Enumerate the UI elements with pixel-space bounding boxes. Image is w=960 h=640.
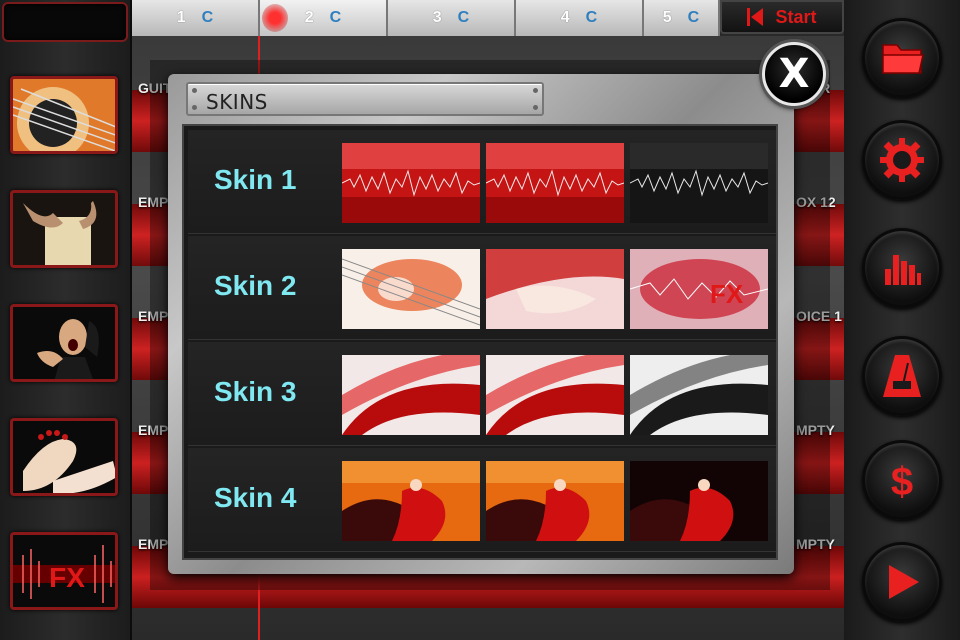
skin-name: Skin 3	[214, 376, 297, 407]
skin-option-2[interactable]: Skin 2 FX	[188, 236, 776, 340]
rivet	[533, 105, 538, 110]
instrument-fx-thumb[interactable]: FX	[10, 532, 118, 610]
gear-icon	[880, 138, 924, 182]
skin-preview-tile	[342, 143, 480, 223]
lcd-display	[2, 2, 128, 42]
metronome-button[interactable]	[862, 336, 942, 416]
svg-text:$: $	[891, 460, 913, 504]
dollar-icon: $	[891, 460, 913, 504]
folder-icon	[882, 44, 924, 74]
skin-preview-tile	[630, 461, 768, 541]
tab-number: 4	[560, 9, 570, 26]
clapping-hands-icon	[13, 421, 115, 493]
tab-pattern-5[interactable]: 5 C	[644, 0, 720, 36]
open-file-button[interactable]	[862, 18, 942, 98]
skin-name: Skin 2	[214, 270, 297, 301]
tab-pattern-3[interactable]: 3 C	[388, 0, 516, 36]
tab-key: C	[585, 9, 598, 26]
voice-icon	[13, 307, 115, 379]
skin-preview-tile	[630, 355, 768, 435]
instrument-voice-thumb[interactable]	[10, 304, 118, 382]
cajon-icon	[13, 193, 115, 265]
tab-number: 5	[662, 9, 672, 26]
playhead-handle[interactable]	[262, 4, 288, 32]
tab-number: 1	[176, 9, 186, 26]
skin-preview-tile	[486, 355, 624, 435]
fx-icon: FX	[13, 535, 115, 607]
rivet	[192, 88, 197, 93]
skin-preview-tile	[630, 143, 768, 223]
tab-key: C	[457, 9, 470, 26]
tab-key: C	[329, 9, 342, 26]
start-button-label: Start	[775, 6, 817, 27]
dialog-title: SKINS	[206, 90, 268, 114]
instrument-cajon-thumb[interactable]	[10, 190, 118, 268]
svg-text:FX: FX	[49, 562, 85, 593]
skin-preview-tile	[342, 355, 480, 435]
play-button[interactable]	[862, 542, 942, 622]
skin-option-4[interactable]: Skin 4	[188, 448, 776, 552]
skin-preview-tile	[486, 143, 624, 223]
settings-button[interactable]	[862, 120, 942, 200]
skin-preview-tile	[342, 249, 480, 329]
close-icon: X	[778, 51, 810, 97]
skin-preview-tile	[486, 249, 624, 329]
skin-name: Skin 4	[214, 482, 297, 513]
skin-preview-tile	[486, 461, 624, 541]
skins-list: Skin 1 Skin 2 FX Skin 3 Skin 4	[182, 124, 778, 560]
start-button[interactable]: Start	[720, 0, 844, 34]
svg-text:FX: FX	[710, 279, 744, 309]
tab-key: C	[201, 9, 214, 26]
instrument-palmas-thumb[interactable]	[10, 418, 118, 496]
guitar-icon	[13, 79, 115, 151]
instrument-guitar-thumb[interactable]	[10, 76, 118, 154]
skin-preview-tile	[342, 461, 480, 541]
mixer-button[interactable]	[862, 228, 942, 308]
tab-number: 2	[304, 9, 314, 26]
skin-option-3[interactable]: Skin 3	[188, 342, 776, 446]
play-icon	[889, 565, 919, 599]
rewind-to-start-icon	[747, 8, 764, 26]
rivet	[192, 105, 197, 110]
pattern-tab-bar: 1 C 2 C 3 C 4 C 5 C	[132, 0, 720, 36]
store-button[interactable]: $	[862, 440, 942, 520]
mixer-icon	[885, 255, 921, 285]
skin-name: Skin 1	[214, 164, 297, 195]
tab-key: C	[687, 9, 700, 26]
skins-dialog: SKINS Skin 1 Skin 2 FX Skin 3 Skin 4	[168, 74, 794, 574]
skin-preview-tile: FX	[630, 249, 768, 329]
tab-pattern-4[interactable]: 4 C	[516, 0, 644, 36]
rivet	[533, 88, 538, 93]
skins-dialog-header: SKINS	[186, 82, 544, 116]
close-dialog-button[interactable]: X	[762, 42, 826, 106]
skin-option-1[interactable]: Skin 1	[188, 130, 776, 234]
tab-number: 3	[432, 9, 442, 26]
tab-pattern-1[interactable]: 1 C	[132, 0, 260, 36]
instrument-panel: FX	[0, 0, 132, 640]
metronome-icon	[883, 355, 921, 397]
